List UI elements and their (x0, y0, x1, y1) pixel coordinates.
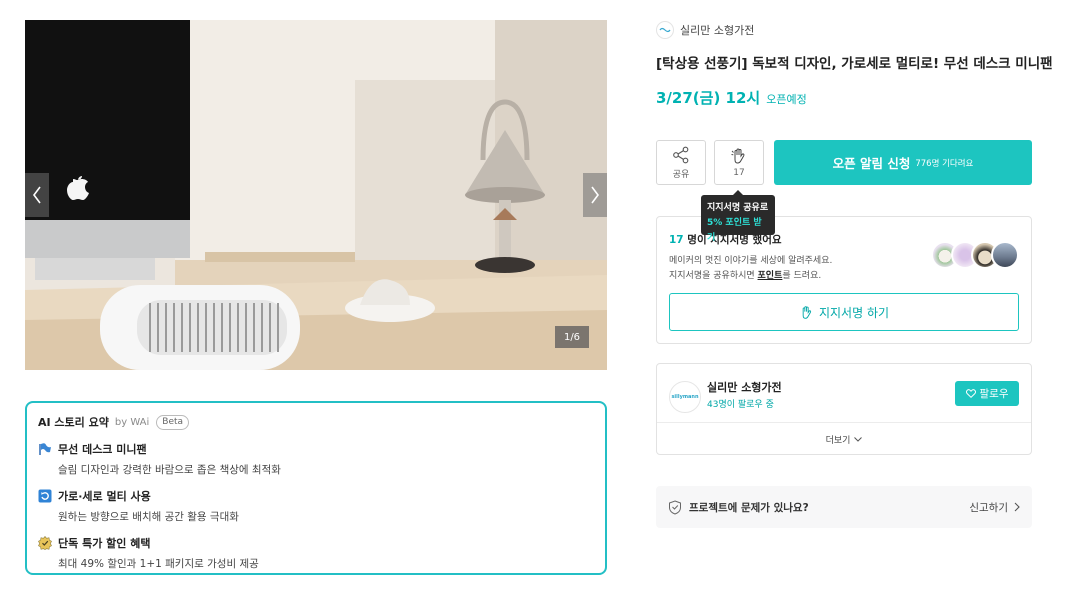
report-question-text: 프로젝트에 문제가 있나요? (689, 501, 809, 514)
cheer-count: 17 (733, 168, 745, 178)
ai-summary-item-title: 가로·세로 멀티 사용 (58, 490, 151, 503)
clap-icon (731, 148, 745, 164)
support-desc-pre: 지지서명을 공유하시면 (669, 271, 758, 281)
share-button[interactable]: 공유 (656, 140, 706, 185)
support-count: 17 (669, 234, 684, 246)
open-notification-button[interactable]: 오픈 알림 신청 776명 기다려요 (774, 140, 1032, 185)
prev-image-button[interactable] (25, 173, 49, 217)
shield-icon (669, 499, 681, 515)
heart-icon (965, 389, 976, 398)
support-desc-line1: 메이커의 멋진 이야기를 세상에 알려주세요. (669, 256, 833, 266)
more-button[interactable]: 더보기 (657, 423, 1031, 455)
report-question: 프로젝트에 문제가 있나요? (668, 499, 809, 515)
maker-card-logo[interactable]: sillymann (669, 381, 701, 413)
product-title: [탁상용 선풍기] 독보적 디자인, 가로세로 멀티로! 무선 데스크 미니팬 (656, 56, 1053, 72)
avatar (991, 241, 1019, 269)
follow-button[interactable]: 팔로우 (955, 381, 1019, 406)
support-button-label: 지지서명 하기 (818, 305, 890, 320)
open-date: 3/27(금) 12시 (656, 89, 761, 107)
maker-logo (656, 21, 674, 39)
support-signature-button[interactable]: 지지서명 하기 (669, 293, 1019, 331)
ai-summary-item-title: 무선 데스크 미니팬 (58, 443, 147, 456)
rotate-icon (38, 489, 52, 503)
next-image-button[interactable] (583, 173, 607, 217)
maker-name: 실리만 소형가전 (680, 24, 755, 37)
ai-summary-item: 가로·세로 멀티 사용 원하는 방향으로 배치해 공간 활용 극대화 (38, 488, 594, 524)
support-desc-point: 포인트 (757, 271, 783, 281)
ai-story-summary: AI 스토리 요약 by WAi Beta 무선 데스크 미니팬 슬림 디자인과… (25, 401, 607, 575)
chevron-right-icon (1014, 502, 1020, 512)
maker-link[interactable]: 실리만 소형가전 (656, 20, 754, 40)
share-icon (673, 146, 689, 163)
ai-summary-title: AI 스토리 요약 (38, 416, 109, 429)
badge-icon (38, 536, 52, 550)
notify-label: 오픈 알림 신청 (832, 156, 911, 171)
report-bar: 프로젝트에 문제가 있나요? 신고하기 (656, 486, 1032, 528)
ai-summary-item-desc: 원하는 방향으로 배치해 공간 활용 극대화 (58, 511, 239, 523)
maker-card-name[interactable]: 실리만 소형가전 (707, 379, 782, 395)
chevron-right-icon (591, 186, 599, 204)
report-label: 신고하기 (969, 501, 1008, 514)
chevron-left-icon (33, 186, 41, 204)
flag-icon (38, 442, 52, 456)
tooltip-line1: 지지서명 공유로 (707, 203, 769, 213)
ai-summary-item-title: 단독 특가 할인 혜택 (58, 537, 151, 550)
share-label: 공유 (672, 169, 690, 180)
notify-waiting-count: 776명 기다려요 (915, 158, 974, 169)
support-desc-line2: 지지서명을 공유하시면 포인트를 드려요. (669, 269, 832, 284)
maker-followers: 43명이 팔로우 중 (707, 400, 774, 410)
support-desc-post: 를 드려요. (782, 271, 822, 281)
ai-summary-item-desc: 최대 49% 할인과 1+1 패키지로 가성비 제공 (58, 558, 259, 570)
supporter-avatars (931, 241, 1019, 269)
ai-summary-by: by WAi (114, 416, 150, 428)
product-image-gallery[interactable]: 1/6 (25, 20, 607, 370)
open-status: 오픈예정 (766, 93, 807, 106)
beta-badge: Beta (156, 414, 190, 430)
support-share-tooltip: 지지서명 공유로 5% 포인트 받기 (701, 190, 775, 243)
follow-label: 팔로우 (979, 388, 1009, 400)
support-description: 메이커의 멋진 이야기를 세상에 알려주세요. 지지서명을 공유하시면 포인트를… (669, 254, 832, 284)
report-button[interactable]: 신고하기 (969, 500, 1020, 515)
open-schedule: 3/27(금) 12시 오픈예정 (656, 87, 807, 108)
more-label: 더보기 (825, 435, 851, 446)
clap-icon (802, 305, 812, 319)
ai-summary-item-desc: 슬림 디자인과 강력한 바람으로 좁은 책상에 최적화 (58, 464, 281, 476)
ai-summary-item: 무선 데스크 미니팬 슬림 디자인과 강력한 바람으로 좁은 책상에 최적화 (38, 441, 594, 477)
cheer-button[interactable]: 17 (714, 140, 764, 185)
ai-summary-item: 단독 특가 할인 혜택 최대 49% 할인과 1+1 패키지로 가성비 제공 (38, 535, 594, 571)
maker-card: sillymann 실리만 소형가전 43명이 팔로우 중 팔로우 더보기 (656, 363, 1032, 455)
chevron-down-icon (854, 436, 863, 442)
image-counter: 1/6 (555, 326, 589, 348)
tooltip-line2: 5% 포인트 받기 (707, 218, 762, 243)
ai-summary-header: AI 스토리 요약 by WAi Beta (38, 414, 594, 430)
product-photo (25, 20, 607, 370)
